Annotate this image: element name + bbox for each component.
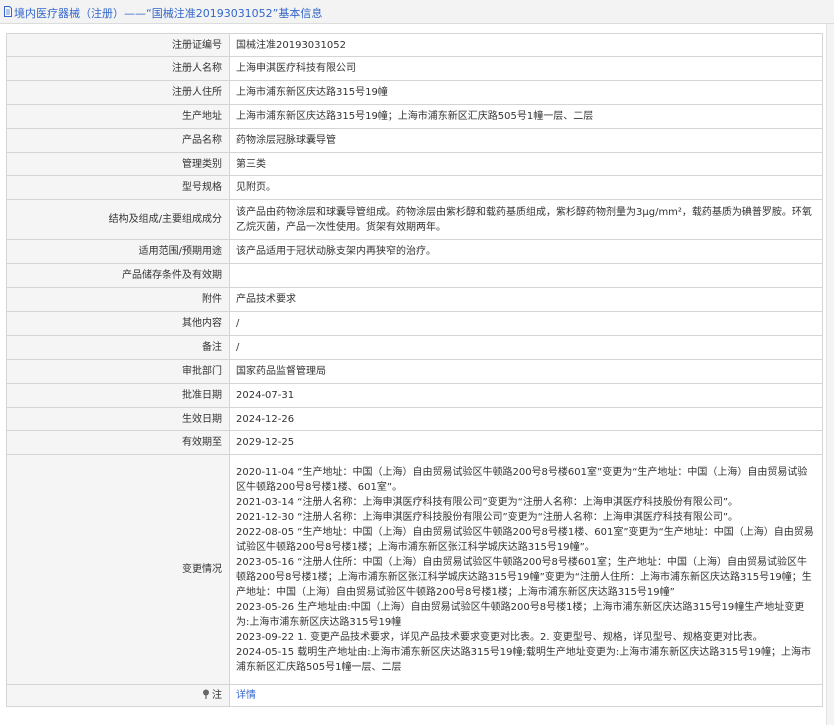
table-row: 附件 产品技术要求 xyxy=(6,287,823,312)
table-row: 备注 / xyxy=(6,335,823,360)
row-value: 产品技术要求 xyxy=(229,287,823,312)
row-value: 见附页。 xyxy=(229,175,823,200)
table-row: 产品名称 药物涂层冠脉球囊导管 xyxy=(6,128,823,153)
row-label: 生效日期 xyxy=(6,407,230,431)
row-label: 管理类别 xyxy=(6,152,230,176)
row-value: 药物涂层冠脉球囊导管 xyxy=(229,128,823,153)
row-label: 备注 xyxy=(6,335,230,360)
table-row: 其他内容 / xyxy=(6,311,823,336)
row-label: 产品储存条件及有效期 xyxy=(6,263,230,288)
row-label: 注册证编号 xyxy=(6,33,230,57)
page-header: 境内医疗器械（注册）——“国械注准20193031052”基本信息 xyxy=(0,0,834,24)
row-label: 结构及组成/主要组成成分 xyxy=(6,199,230,240)
row-label: 注册人住所 xyxy=(6,80,230,105)
table-row: 审批部门 国家药品监督管理局 xyxy=(6,359,823,384)
row-value: 该产品由药物涂层和球囊导管组成。药物涂层由紫杉醇和载药基质组成，紫杉醇药物剂量为… xyxy=(229,199,823,240)
table-row: 批准日期 2024-07-31 xyxy=(6,383,823,408)
row-value: 国家药品监督管理局 xyxy=(229,359,823,384)
note-value: 详情 xyxy=(229,684,823,707)
row-value: 第三类 xyxy=(229,152,823,176)
table-row: 注册证编号 国械注准20193031052 xyxy=(6,33,823,57)
row-value: 上海市浦东新区庆达路315号19幢 xyxy=(229,80,823,105)
row-label: 产品名称 xyxy=(6,128,230,153)
change-history-value: 2020-11-04 “生产地址：中国（上海）自由贸易试验区牛顿路200号8号楼… xyxy=(229,454,823,685)
page-title: 境内医疗器械（注册）——“国械注准20193031052”基本信息 xyxy=(14,7,323,20)
table-row: 注册人住所 上海市浦东新区庆达路315号19幢 xyxy=(6,80,823,105)
row-value: 国械注准20193031052 xyxy=(229,33,823,57)
detail-table: 注册证编号 国械注准20193031052 注册人名称 上海申淇医疗科技有限公司… xyxy=(6,33,823,707)
table-row: 产品储存条件及有效期 xyxy=(6,263,823,288)
change-entry: 2023-05-16 “注册人住所：中国（上海）自由贸易试验区牛顿路200号8号… xyxy=(236,556,812,598)
table-row: 注 详情 xyxy=(6,684,823,707)
table-row: 注册人名称 上海申淇医疗科技有限公司 xyxy=(6,56,823,81)
table-row: 生产地址 上海市浦东新区庆达路315号19幢；上海市浦东新区汇庆路505号1幢一… xyxy=(6,104,823,129)
row-value: 上海申淇医疗科技有限公司 xyxy=(229,56,823,81)
details-link[interactable]: 详情 xyxy=(236,690,256,701)
table-row: 型号规格 见附页。 xyxy=(6,175,823,200)
row-label: 附件 xyxy=(6,287,230,312)
table-row: 生效日期 2024-12-26 xyxy=(6,407,823,431)
row-label: 注册人名称 xyxy=(6,56,230,81)
row-value: 2024-12-26 xyxy=(229,407,823,431)
row-value: 该产品适用于冠状动脉支架内再狭窄的治疗。 xyxy=(229,239,823,264)
change-entry: 2020-11-04 “生产地址：中国（上海）自由贸易试验区牛顿路200号8号楼… xyxy=(236,466,808,493)
vertical-scrollbar[interactable] xyxy=(826,24,834,725)
table-row: 适用范围/预期用途 该产品适用于冠状动脉支架内再狭窄的治疗。 xyxy=(6,239,823,264)
note-label-text: 注 xyxy=(212,690,222,701)
change-entry: 2021-03-14 “注册人名称：上海申淇医疗科技有限公司”变更为“注册人名称… xyxy=(236,496,739,508)
change-entry: 2024-05-15 载明生产地址由:上海市浦东新区庆达路315号19幢;载明生… xyxy=(236,646,812,673)
row-label: 审批部门 xyxy=(6,359,230,384)
row-value: 上海市浦东新区庆达路315号19幢；上海市浦东新区汇庆路505号1幢一层、二层 xyxy=(229,104,823,129)
row-value: 2024-07-31 xyxy=(229,383,823,408)
table-row: 有效期至 2029-12-25 xyxy=(6,430,823,455)
row-label: 适用范围/预期用途 xyxy=(6,239,230,264)
note-label: 注 xyxy=(6,684,230,707)
change-entry: 2022-08-05 “生产地址：中国（上海）自由贸易试验区牛顿路200号8号楼… xyxy=(236,526,814,553)
row-value: / xyxy=(229,335,823,360)
note-pin-icon xyxy=(203,689,209,699)
row-label: 型号规格 xyxy=(6,175,230,200)
change-entry: 2023-09-22 1. 变更产品技术要求，详见产品技术要求变更对比表。2. … xyxy=(236,631,763,643)
change-entry: 2023-05-26 生产地址由:中国（上海）自由贸易试验区牛顿路200号8号楼… xyxy=(236,601,805,628)
row-label: 批准日期 xyxy=(6,383,230,408)
row-label: 其他内容 xyxy=(6,311,230,336)
change-entry: 2021-12-30 “注册人名称：上海申淇医疗科技股份有限公司”变更为“注册人… xyxy=(236,511,739,523)
change-history-label: 变更情况 xyxy=(6,454,230,685)
document-icon xyxy=(4,6,12,17)
row-value xyxy=(229,263,823,288)
table-row: 管理类别 第三类 xyxy=(6,152,823,176)
row-label: 有效期至 xyxy=(6,430,230,455)
row-value: / xyxy=(229,311,823,336)
row-label: 生产地址 xyxy=(6,104,230,129)
row-value: 2029-12-25 xyxy=(229,430,823,455)
table-row: 变更情况 2020-11-04 “生产地址：中国（上海）自由贸易试验区牛顿路20… xyxy=(6,454,823,685)
table-row: 结构及组成/主要组成成分 该产品由药物涂层和球囊导管组成。药物涂层由紫杉醇和载药… xyxy=(6,199,823,240)
